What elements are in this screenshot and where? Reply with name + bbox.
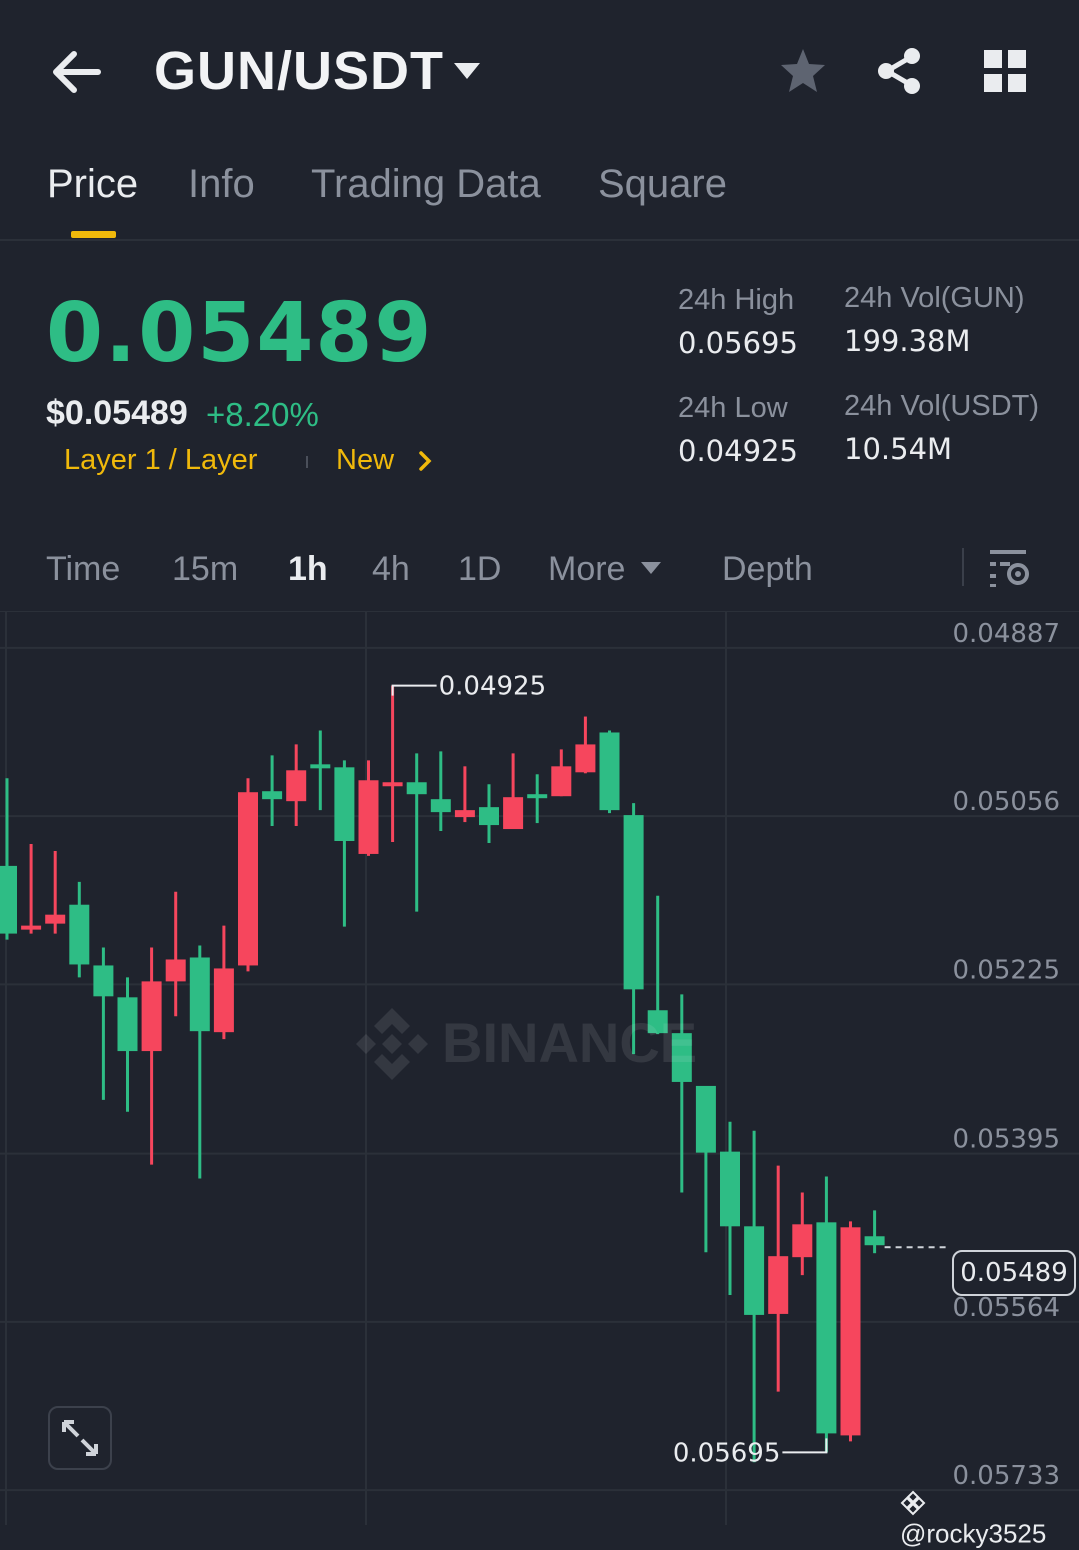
high-marker-line <box>391 684 437 696</box>
candle-body <box>792 1224 813 1258</box>
low-marker-label: 0.05695 <box>673 1438 781 1468</box>
candle-body <box>93 965 114 997</box>
candle-body <box>238 792 258 966</box>
candle-body <box>334 767 355 841</box>
grid-menu-icon[interactable] <box>982 48 1028 94</box>
candle-body <box>141 981 162 1052</box>
tab-price[interactable]: Price <box>47 162 138 207</box>
interval-time[interactable]: Time <box>46 550 120 589</box>
candle-body <box>840 1227 861 1436</box>
back-arrow-icon[interactable] <box>46 44 106 100</box>
current-price-label: 0.05489 <box>952 1250 1076 1296</box>
candle-body <box>286 770 307 802</box>
candle-body <box>358 780 379 854</box>
interval-1h[interactable]: 1h <box>288 550 328 589</box>
low-marker-line <box>782 1438 828 1454</box>
candle-body <box>406 782 427 795</box>
stat-low-value: 0.04925 <box>678 434 798 468</box>
candle-body <box>117 997 138 1052</box>
candle-body <box>864 1236 885 1246</box>
tag-layer[interactable]: Layer 1 / Layer <box>64 444 257 477</box>
active-tab-indicator <box>71 231 116 238</box>
candle-body <box>165 959 186 982</box>
stat-low-label: 24h Low <box>678 392 788 424</box>
candle-body <box>575 744 596 773</box>
candle-body <box>0 865 17 934</box>
tab-square[interactable]: Square <box>598 162 727 207</box>
caret-down-icon[interactable] <box>452 60 482 82</box>
candle-body <box>69 904 90 965</box>
tab-trading-data[interactable]: Trading Data <box>311 162 541 207</box>
tab-info[interactable]: Info <box>188 162 255 207</box>
expand-chart-icon[interactable] <box>48 1406 112 1470</box>
candle-body <box>623 815 644 990</box>
more-caret-down-icon[interactable] <box>640 560 662 576</box>
price-change-percent: +8.20% <box>206 396 319 433</box>
candle-body <box>262 791 283 800</box>
binance-watermark: BINANCE <box>352 1004 752 1084</box>
candle-body <box>551 766 572 797</box>
watermark-text: BINANCE <box>442 1011 697 1074</box>
candle-body <box>45 914 66 924</box>
interval-more[interactable]: More <box>548 550 625 589</box>
stat-vol-quote-value: 10.54M <box>844 432 953 466</box>
tag-new[interactable]: New <box>336 444 394 477</box>
candle-body <box>599 732 620 811</box>
interval-depth[interactable]: Depth <box>722 550 813 589</box>
candle-body <box>189 957 210 1032</box>
y-tick-label: 0.05225 <box>952 955 1060 985</box>
binance-logo-icon <box>900 1490 926 1516</box>
y-tick-label: 0.05395 <box>952 1125 1060 1155</box>
candle-body <box>527 794 548 799</box>
tab-divider <box>0 239 1079 241</box>
pair-title[interactable]: GUN/USDT <box>154 40 444 102</box>
y-tick-label: 0.05564 <box>952 1293 1060 1323</box>
candle-body <box>695 1085 716 1153</box>
chevron-right-icon[interactable] <box>416 450 434 472</box>
interval-15m[interactable]: 15m <box>172 550 238 589</box>
user-watermark: @rocky3525 <box>900 1486 1079 1550</box>
candle-body <box>503 797 524 830</box>
candle-body <box>21 925 42 930</box>
candle-body <box>479 807 499 826</box>
interval-4h[interactable]: 4h <box>372 550 410 589</box>
stat-vol-quote-label: 24h Vol(USDT) <box>844 390 1040 422</box>
stat-vol-base-value: 199.38M <box>844 324 971 358</box>
candle-body <box>744 1226 765 1315</box>
y-tick-label: 0.04887 <box>952 619 1060 649</box>
y-tick-label: 0.05056 <box>952 787 1060 817</box>
candle-body <box>310 764 331 769</box>
stat-high-label: 24h High <box>678 284 795 316</box>
candle-body <box>430 799 451 813</box>
candle-body <box>768 1256 789 1314</box>
stat-vol-base-label: 24h Vol(GUN) <box>844 282 1025 314</box>
interval-1d[interactable]: 1D <box>458 550 501 589</box>
interval-bar-divider <box>962 548 964 586</box>
usd-price: $0.05489 <box>46 394 188 432</box>
chart-settings-icon[interactable] <box>984 546 1032 588</box>
share-icon[interactable] <box>874 46 924 96</box>
tag-divider <box>306 456 308 468</box>
candle-body <box>382 782 403 787</box>
high-marker-label: 0.04925 <box>439 672 547 702</box>
last-price: 0.05489 <box>46 286 434 381</box>
user-handle-text: @rocky3525 <box>900 1518 1047 1549</box>
candle-body <box>816 1222 837 1434</box>
candle-body <box>213 968 234 1033</box>
favorite-star-icon[interactable] <box>778 46 828 96</box>
stat-high-value: 0.05695 <box>678 326 798 360</box>
candle-body <box>720 1151 740 1227</box>
candle-body <box>454 810 475 818</box>
